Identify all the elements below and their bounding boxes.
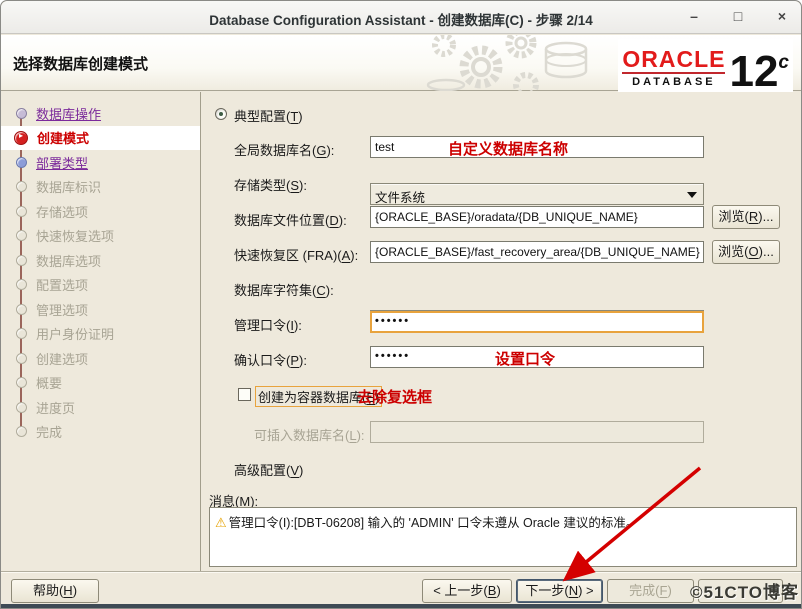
step-dot — [16, 157, 27, 168]
annotation-set-password: 设置口令 — [495, 348, 555, 369]
oracle-sub-text: DATABASE — [622, 76, 725, 88]
fra-label: 快速恢复区 (FRA)(A): — [234, 245, 358, 264]
pdb-name-label: 可插入数据库名(L): — [254, 425, 365, 444]
step-dot — [16, 279, 27, 290]
version-12c: 12c — [729, 41, 789, 94]
sidebar-step-4: 数据库标识 — [1, 175, 200, 200]
gears-graphic — [426, 35, 606, 91]
charset-label: 数据库字符集(C): — [234, 280, 334, 299]
confirm-password-label: 确认口令(P): — [234, 350, 307, 369]
step-dot — [16, 108, 27, 119]
footer-divider — [1, 571, 801, 572]
minimize-icon[interactable]: – — [685, 7, 703, 25]
step-label: 进度页 — [36, 398, 75, 417]
sidebar-step-6: 快速恢复选项 — [1, 224, 200, 249]
step-label: 数据库标识 — [36, 177, 101, 196]
message-box: ⚠管理口令(I):[DBT-06208] 输入的 'ADMIN' 口令未遵从 O… — [209, 507, 797, 567]
typical-config-radio[interactable] — [215, 108, 227, 120]
step-dot — [16, 181, 27, 192]
step-label: 存储选项 — [36, 202, 88, 221]
step-dot — [16, 426, 27, 437]
window-bottom-edge — [1, 604, 801, 608]
title-bar[interactable]: Database Configuration Assistant - 创建数据库… — [1, 1, 801, 34]
annotation-uncheck: 去除复选框 — [357, 386, 432, 407]
step-dot — [16, 206, 27, 217]
step-list: 数据库操作创建模式部署类型数据库标识存储选项快速恢复选项数据库选项配置选项管理选… — [1, 101, 200, 444]
global-db-name-label: 全局数据库名(G): — [234, 140, 334, 159]
step-label: 完成 — [36, 422, 62, 441]
storage-type-select[interactable]: 文件系统 — [370, 183, 704, 205]
db-file-location-label: 数据库文件位置(D): — [234, 210, 347, 229]
oracle-database-12c-logo: ORACLE DATABASE 12c — [618, 39, 793, 96]
maximize-icon[interactable]: □ — [729, 7, 747, 25]
sidebar-step-3[interactable]: 部署类型 — [1, 150, 200, 175]
oracle-brand-text: ORACLE — [622, 47, 725, 71]
typical-config-label[interactable]: 典型配置(T) — [234, 106, 303, 125]
step-dot — [16, 255, 27, 266]
step-label: 管理选项 — [36, 300, 88, 319]
step-dot — [16, 353, 27, 364]
sidebar-step-10: 用户身份证明 — [1, 322, 200, 347]
dbca-window: Database Configuration Assistant - 创建数据库… — [0, 0, 802, 609]
fra-input[interactable]: {ORACLE_BASE}/fast_recovery_area/{DB_UNI… — [370, 241, 704, 263]
step-dot — [16, 304, 27, 315]
step-label: 配置选项 — [36, 275, 88, 294]
watermark: ©51CTO博客 — [690, 578, 799, 603]
warning-icon: ⚠ — [215, 515, 227, 530]
annotation-db-name: 自定义数据库名称 — [448, 138, 568, 159]
browse-fra-button[interactable]: 浏览(O)... — [712, 240, 780, 264]
sidebar-step-11: 创建选项 — [1, 346, 200, 371]
browse-db-file-button[interactable]: 浏览(R)... — [712, 205, 780, 229]
step-label: 数据库选项 — [36, 251, 101, 270]
sidebar-step-5: 存储选项 — [1, 199, 200, 224]
back-button[interactable]: < 上一步(B) — [422, 579, 512, 603]
step-dot — [16, 230, 27, 241]
finish-button: 完成(F) — [607, 579, 694, 603]
sidebar-step-7: 数据库选项 — [1, 248, 200, 273]
step-label: 创建选项 — [36, 349, 88, 368]
chevron-down-icon — [687, 192, 697, 198]
step-dot — [16, 328, 27, 339]
step-label: 数据库操作 — [36, 104, 101, 123]
help-button[interactable]: 帮助(H) — [11, 579, 99, 603]
message-text: 管理口令(I):[DBT-06208] 输入的 'ADMIN' 口令未遵从 Or… — [229, 516, 639, 530]
page-title: 选择数据库创建模式 — [13, 53, 148, 74]
step-dot — [16, 402, 27, 413]
sidebar-step-14: 完成 — [1, 420, 200, 445]
step-label: 概要 — [36, 373, 62, 392]
container-db-checkbox[interactable] — [238, 388, 251, 401]
header-banner: 选择数据库创建模式 ORACLE DATABASE 12c — [1, 35, 801, 91]
sidebar-step-13: 进度页 — [1, 395, 200, 420]
db-file-location-input[interactable]: {ORACLE_BASE}/oradata/{DB_UNIQUE_NAME} — [370, 206, 704, 228]
step-label: 部署类型 — [36, 153, 88, 172]
admin-password-label: 管理口令(I): — [234, 315, 302, 334]
step-dot — [14, 131, 28, 145]
close-icon[interactable]: × — [773, 7, 791, 25]
sidebar-step-2[interactable]: 创建模式 — [1, 126, 200, 151]
next-button[interactable]: 下一步(N) > — [516, 579, 603, 603]
pdb-name-input — [370, 421, 704, 443]
advanced-config-label[interactable]: 高级配置(V) — [234, 460, 303, 479]
step-label: 用户身份证明 — [36, 324, 114, 343]
sidebar-step-12: 概要 — [1, 371, 200, 396]
step-label: 快速恢复选项 — [36, 226, 114, 245]
storage-type-label: 存储类型(S): — [234, 175, 307, 194]
step-label: 创建模式 — [37, 128, 89, 147]
window-title: Database Configuration Assistant - 创建数据库… — [1, 9, 801, 29]
step-dot — [16, 377, 27, 388]
sidebar-step-1[interactable]: 数据库操作 — [1, 101, 200, 126]
logo-rule — [622, 72, 725, 74]
step-sidebar: 数据库操作创建模式部署类型数据库标识存储选项快速恢复选项数据库选项配置选项管理选… — [1, 92, 201, 571]
admin-password-input[interactable]: •••••• — [370, 311, 704, 333]
sidebar-step-8: 配置选项 — [1, 273, 200, 298]
sidebar-step-9: 管理选项 — [1, 297, 200, 322]
